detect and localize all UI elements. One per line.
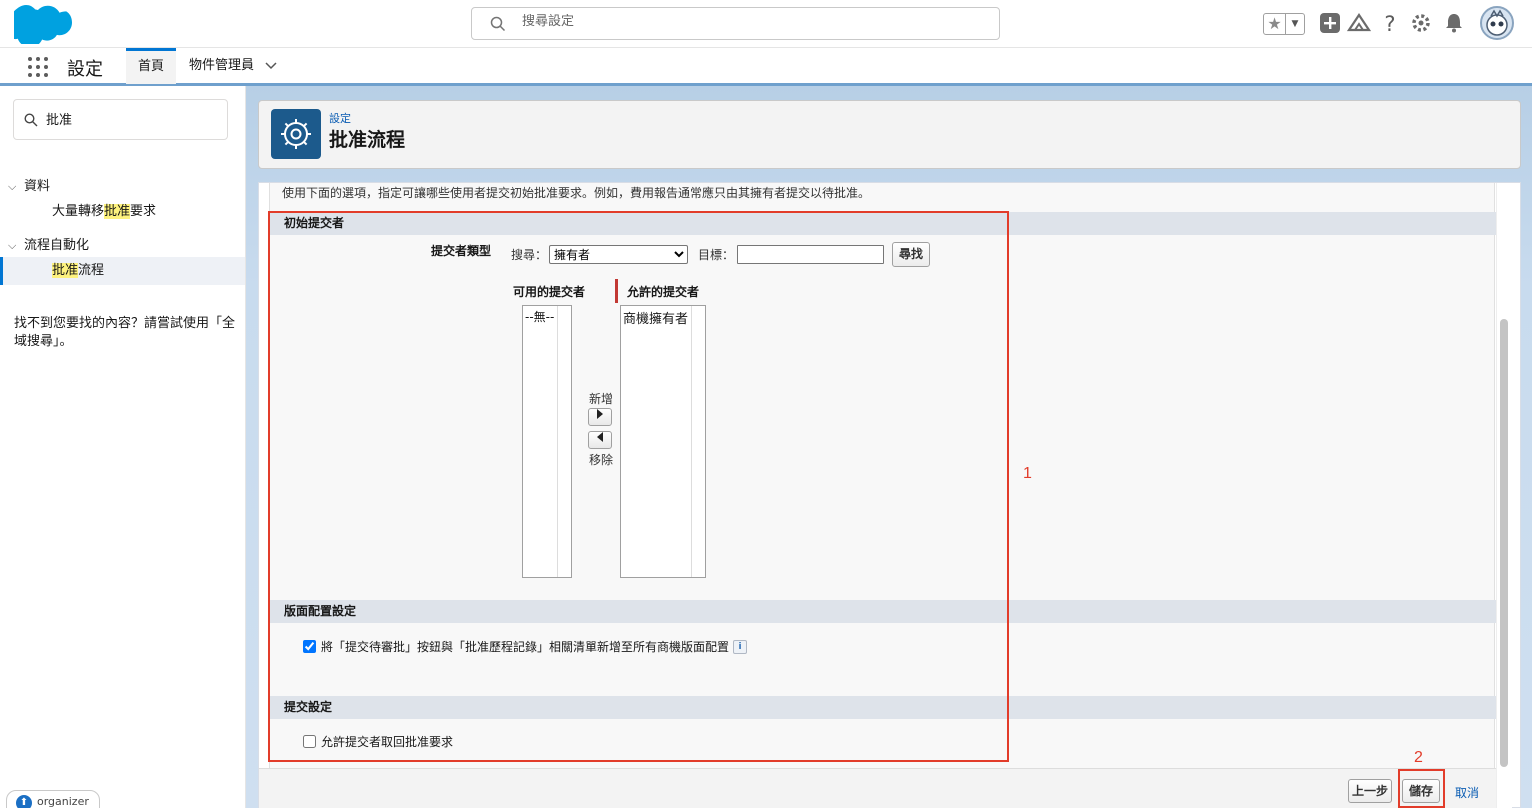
notifications-bell-icon[interactable] — [1442, 12, 1466, 36]
quick-find-box[interactable] — [13, 99, 228, 140]
tree-node-data[interactable]: ⌵ 資料 — [8, 175, 50, 194]
trailhead-icon[interactable] — [1346, 12, 1372, 36]
tab-object-manager[interactable]: 物件管理員 — [177, 48, 283, 84]
global-search-box[interactable] — [471, 7, 1000, 40]
organizer-extension-button[interactable]: ⬆ organizer — [6, 790, 100, 808]
cancel-link[interactable]: 取消 — [1455, 784, 1479, 801]
setup-gear-icon — [271, 109, 321, 159]
tree-leaf-approval-processes[interactable]: 批准流程 — [0, 257, 245, 285]
global-header: ★ ▼ ? — [0, 0, 1532, 48]
search-icon — [490, 16, 506, 32]
leaf-text: 流程 — [78, 263, 105, 278]
salesforce-logo[interactable] — [14, 4, 72, 44]
scrollbar-thumb[interactable] — [1500, 319, 1508, 767]
leaf-text: 大量轉移 — [52, 204, 105, 219]
leaf-text: 要求 — [130, 204, 157, 219]
favorites-caret-icon[interactable]: ▼ — [1286, 14, 1304, 34]
search-highlight: 批准 — [104, 204, 131, 219]
annotation-number-2: 2 — [1414, 749, 1423, 766]
annotation-box-1 — [268, 211, 1009, 762]
organizer-label: organizer — [37, 795, 89, 808]
annotation-number-1: 1 — [1023, 465, 1032, 482]
wizard-footer: 上一步 儲存 取消 — [259, 768, 1496, 808]
user-avatar[interactable] — [1480, 6, 1514, 40]
intro-text: 使用下面的選項，指定可讓哪些使用者提交初始批准要求。例如，費用報告通常應只由其擁… — [282, 186, 871, 200]
app-navigation-bar: 設定 首頁 物件管理員 — [0, 48, 1532, 86]
tree-leaf-mass-transfer-approval[interactable]: 大量轉移批准要求 — [0, 198, 245, 226]
page-title: 批准流程 — [329, 129, 406, 151]
search-icon — [24, 113, 38, 127]
gear-icon[interactable] — [1409, 12, 1433, 36]
global-search-input[interactable] — [522, 14, 922, 29]
tab-home[interactable]: 首頁 — [126, 48, 176, 84]
tree-node-process-automation[interactable]: ⌵ 流程自動化 — [8, 234, 89, 253]
app-name: 設定 — [67, 59, 103, 80]
tab-object-manager-label: 物件管理員 — [189, 58, 255, 73]
tree-node-label: 資料 — [24, 179, 51, 194]
help-icon[interactable]: ? — [1378, 12, 1402, 36]
setup-sidebar: ⌵資料 大量轉移批准要求 ⌵流程自動化 批准流程 找不到您要找的內容？請嘗試使用… — [0, 86, 246, 808]
previous-button[interactable]: 上一步 — [1348, 779, 1392, 803]
global-actions-icon[interactable] — [1318, 12, 1342, 36]
not-found-message: 找不到您要找的內容？請嘗試使用「全域搜尋」。 — [14, 316, 236, 349]
wizard-scrollbar[interactable] — [1496, 183, 1512, 808]
favorites-button[interactable]: ★ ▼ — [1263, 13, 1305, 35]
organizer-icon: ⬆ — [16, 795, 32, 808]
breadcrumb[interactable]: 設定 — [329, 110, 351, 126]
app-launcher-icon[interactable] — [28, 57, 48, 77]
annotation-box-2 — [1398, 769, 1445, 808]
page-header: 設定 批准流程 — [258, 100, 1521, 169]
tree-node-label: 流程自動化 — [24, 238, 90, 253]
chevron-down-icon[interactable]: ⌵ — [8, 180, 24, 194]
chevron-down-icon[interactable]: ⌵ — [8, 239, 24, 253]
search-highlight: 批准 — [52, 263, 79, 278]
star-icon[interactable]: ★ — [1264, 14, 1286, 34]
quick-find-input[interactable] — [46, 111, 216, 126]
